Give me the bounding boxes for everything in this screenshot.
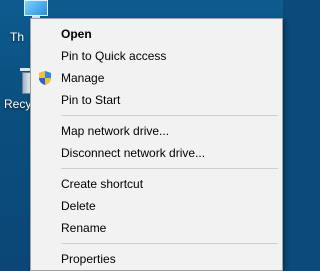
context-menu: Open Pin to Quick access Manage Pin to S… — [30, 18, 283, 271]
menu-item-open[interactable]: Open — [31, 23, 282, 45]
menu-separator — [61, 243, 278, 244]
menu-item-label: Manage — [61, 71, 105, 85]
this-pc-icon[interactable] — [24, 0, 48, 20]
menu-item-delete[interactable]: Delete — [31, 195, 282, 217]
menu-item-properties[interactable]: Properties — [31, 248, 282, 270]
menu-item-label: Create shortcut — [61, 177, 144, 191]
menu-item-label: Pin to Start — [61, 93, 121, 107]
menu-item-label: Disconnect network drive... — [61, 146, 206, 160]
menu-item-disconnect-network-drive[interactable]: Disconnect network drive... — [31, 142, 282, 164]
menu-separator — [61, 115, 278, 116]
menu-item-label: Map network drive... — [61, 124, 170, 138]
menu-item-map-network-drive[interactable]: Map network drive... — [31, 120, 282, 142]
this-pc-label: Th — [10, 30, 25, 44]
menu-separator — [61, 168, 278, 169]
menu-item-label: Pin to Quick access — [61, 49, 167, 63]
recycle-bin-label: Recy — [4, 97, 32, 111]
uac-shield-icon — [37, 70, 53, 86]
menu-item-pin-quick-access[interactable]: Pin to Quick access — [31, 45, 282, 67]
menu-item-label: Rename — [61, 221, 107, 235]
menu-item-label: Delete — [61, 199, 96, 213]
menu-item-create-shortcut[interactable]: Create shortcut — [31, 173, 282, 195]
monitor-screen — [24, 0, 48, 16]
menu-item-label: Properties — [61, 252, 116, 266]
menu-item-rename[interactable]: Rename — [31, 217, 282, 239]
menu-item-pin-start[interactable]: Pin to Start — [31, 89, 282, 111]
menu-item-label: Open — [61, 27, 92, 41]
menu-item-manage[interactable]: Manage — [31, 67, 282, 89]
